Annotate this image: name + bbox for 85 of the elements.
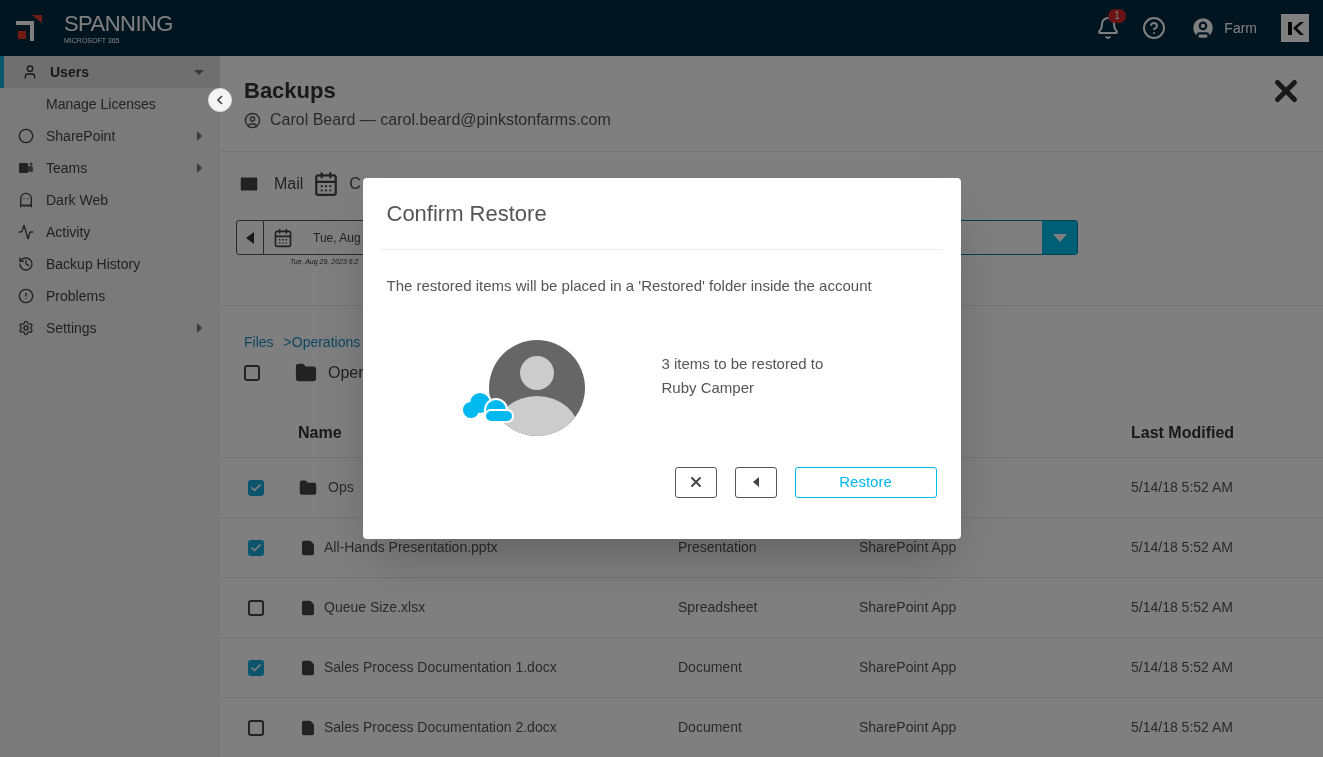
sidebar-item[interactable]: Dark Web [0, 184, 220, 216]
folder-icon [298, 478, 318, 497]
sidebar-item[interactable]: Manage Licenses [0, 88, 206, 120]
pulse-icon [18, 224, 34, 240]
brand-name: SPANNING [64, 12, 173, 35]
caret-icon [194, 163, 204, 173]
settings-icon [18, 320, 34, 336]
table-cell-text: 5/14/18 5:52 AM [1131, 718, 1233, 737]
caret-down-icon [1052, 233, 1067, 242]
caret-icon [194, 67, 204, 77]
file-icon [300, 598, 316, 617]
caret-icon [194, 131, 204, 141]
page-title: Backups [244, 78, 336, 104]
sidebar-item[interactable]: Backup History [0, 248, 220, 280]
table-row[interactable]: Sales Process Documentation 1.docx Document SharePoint App 5/14/18 5:52 AM [220, 637, 1323, 697]
caret-left-icon [752, 477, 759, 487]
file-name: Sales Process Documentation 1.docx [324, 658, 557, 677]
file-name: Sales Process Documentation 2.docx [324, 718, 557, 737]
table-cell-text: SharePoint App [859, 718, 958, 737]
checkbox[interactable] [248, 659, 264, 676]
check-icon [250, 661, 262, 674]
checkbox[interactable] [248, 599, 264, 616]
restore-button[interactable]: Restore [794, 466, 937, 498]
table-cell-text: Document [678, 718, 743, 737]
teams-icon [18, 160, 34, 176]
logo-icon [14, 13, 42, 43]
sidebar-item[interactable]: Settings [0, 312, 220, 344]
table-cell-text: 5/14/18 5:52 AM [1131, 598, 1233, 617]
sidebar-item[interactable]: Activity [0, 216, 220, 248]
table-cell-text: 5/14/18 5:52 AM [1131, 658, 1233, 677]
file-name: Ops [328, 478, 354, 497]
file-icon [300, 658, 316, 677]
caret-icon [194, 323, 204, 333]
history-icon [18, 256, 34, 272]
table-row[interactable]: Queue Size.xlsx Spreadsheet SharePoint App 5/14/18 5:52 AM [220, 577, 1323, 637]
user-name[interactable]: Farm [1224, 17, 1257, 39]
file-name: All-Hands Presentation.pptx [324, 538, 498, 557]
dialog-title: Confirm Restore [386, 200, 547, 228]
check-icon [250, 541, 262, 554]
table-cell-text: 5/14/18 5:52 AM [1131, 478, 1233, 497]
table-cell-text: 5/14/18 5:52 AM [1131, 538, 1233, 557]
chevron-left-icon [217, 95, 223, 105]
table-row[interactable]: Sales Process Documentation 2.docx Document SharePoint App 5/14/18 5:52 AM [220, 697, 1323, 757]
checkbox[interactable] [248, 479, 264, 496]
table-cell-text: Presentation [678, 538, 758, 557]
breadcrumb-link[interactable]: Files [244, 332, 274, 353]
user-icon [244, 111, 261, 129]
file-name: Queue Size.xlsx [324, 598, 426, 617]
checkbox[interactable] [248, 539, 264, 556]
check-icon [250, 481, 262, 494]
service-tab[interactable]: C [349, 172, 361, 196]
file-icon [300, 718, 316, 737]
dialog-message: The restored items will be placed in a 'Restored' folder inside the account [385, 276, 873, 296]
sidebar-item[interactable]: Problems [0, 280, 220, 312]
sidebar-item[interactable]: SharePoint [0, 120, 220, 152]
folder-icon [294, 362, 318, 384]
back-button[interactable] [734, 466, 777, 498]
circle-icon [18, 128, 34, 144]
summary-text: Ruby Camper [661, 377, 756, 398]
table-cell-text: SharePoint App [859, 658, 958, 677]
sidebar-item[interactable]: Users [0, 56, 220, 88]
table-cell-text: SharePoint App [859, 538, 958, 557]
alert-icon [18, 288, 34, 304]
column-header[interactable]: Last Modified [1131, 421, 1235, 445]
table-cell-text: SharePoint App [859, 598, 958, 617]
service-tab[interactable]: Mail [274, 172, 304, 196]
checkbox[interactable] [248, 719, 264, 736]
cancel-button[interactable] [674, 466, 717, 498]
summary-text: 3 items to be restored to [661, 353, 824, 374]
file-icon [300, 538, 316, 557]
notification-count: 1 [1108, 9, 1126, 23]
caret-left-icon [246, 231, 254, 244]
checkbox[interactable] [244, 365, 260, 381]
table-cell-text: Document [678, 658, 743, 677]
table-cell-text: Spreadsheet [678, 598, 759, 617]
calendar-icon [313, 171, 340, 197]
folder-name: Oper [328, 363, 364, 383]
breadcrumb-link[interactable]: >Operations [283, 332, 361, 353]
user-line: Carol Beard — carol.beard@pinkstonfarms.com [270, 110, 611, 130]
calendar-icon [273, 227, 293, 248]
user-icon [22, 64, 38, 80]
logo-icon[interactable] [1281, 14, 1309, 42]
help-icon[interactable] [1142, 16, 1167, 40]
sidebar-item[interactable]: Teams [0, 152, 220, 184]
collapse-button[interactable] [208, 88, 232, 112]
